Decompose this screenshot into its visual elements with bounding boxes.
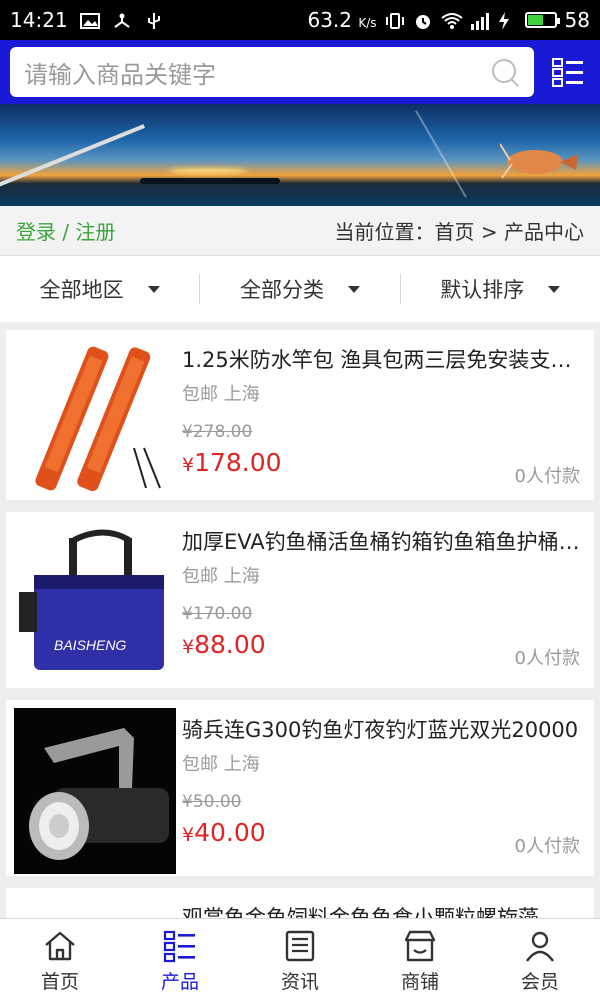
svg-text:BAISHENG: BAISHENG — [54, 637, 126, 653]
rod-bag-image — [14, 338, 176, 498]
tab-stores[interactable]: 商铺 — [360, 919, 480, 1000]
status-bar: 14:21 63.2 K/s 58 — [0, 0, 600, 40]
current-price: ¥178.00 — [182, 448, 282, 477]
sunset-graphic — [168, 168, 248, 174]
tab-label: 资讯 — [280, 971, 319, 993]
product-card[interactable]: 骑兵连G300钓鱼灯夜钓灯蓝光双光20000 包邮 上海 ¥50.00 ¥40.… — [6, 700, 594, 876]
tab-label: 产品 — [160, 971, 199, 993]
login-register-link[interactable]: 登录 / 注册 — [16, 216, 115, 245]
caret-down-icon — [147, 285, 160, 293]
banner-image[interactable] — [0, 104, 600, 206]
fishing-bucket-image: BAISHENG — [14, 520, 176, 686]
paid-count: 0人付款 — [514, 648, 580, 669]
bottom-tab-bar: 首页 产品 资讯 商铺 会员 — [0, 918, 600, 1000]
charging-icon — [497, 11, 517, 30]
news-icon — [285, 930, 315, 962]
product-image: BAISHENG — [14, 520, 176, 686]
paid-count: 0人付款 — [514, 836, 580, 857]
shrimp-graphic — [500, 143, 578, 179]
current-price: ¥40.00 — [182, 818, 266, 847]
location-bar: 登录 / 注册 当前位置：首页 > 产品中心 — [0, 206, 600, 256]
caret-down-icon — [548, 285, 561, 293]
filter-bar: 全部地区 全部分类 默认排序 — [0, 256, 600, 322]
category-menu-icon[interactable] — [552, 57, 584, 87]
image-icon — [79, 11, 100, 29]
home-icon — [45, 931, 75, 961]
breadcrumb: 当前位置：首页 > 产品中心 — [334, 220, 584, 244]
store-icon — [404, 930, 436, 962]
product-card[interactable]: 1.25米防水竿包 渔具包两三层免安装支架包 包邮 上海 ¥278.00 ¥17… — [6, 330, 594, 500]
product-title[interactable]: 1.25米防水竿包 渔具包两三层免安装支架包 — [182, 344, 582, 374]
filter-category[interactable]: 全部分类 — [199, 274, 399, 304]
current-price: ¥88.00 — [182, 630, 266, 659]
battery-level: 58 — [564, 8, 590, 32]
search-icon[interactable] — [490, 57, 520, 87]
tab-label: 商铺 — [400, 971, 439, 993]
product-image — [14, 338, 176, 498]
product-title[interactable]: 加厚EVA钓鱼桶活鱼桶钓箱钓鱼箱鱼护桶多功能 — [182, 526, 582, 556]
usb-share-icon — [112, 11, 132, 29]
fishing-rod-graphic — [0, 124, 145, 188]
tab-home[interactable]: 首页 — [0, 919, 120, 1000]
filter-sort-label: 默认排序 — [440, 278, 525, 302]
filter-sort[interactable]: 默认排序 — [399, 274, 600, 304]
tab-news[interactable]: 资讯 — [240, 919, 360, 1000]
signal-icon — [469, 11, 489, 30]
product-shipping: 包邮 上海 — [182, 384, 260, 405]
wifi-icon — [440, 11, 463, 29]
usb-icon — [144, 11, 164, 29]
paid-count: 0人付款 — [514, 466, 580, 487]
product-title[interactable]: 骑兵连G300钓鱼灯夜钓灯蓝光双光20000 — [182, 714, 582, 744]
product-shipping: 包邮 上海 — [182, 754, 260, 775]
original-price: ¥278.00 — [182, 422, 253, 442]
tab-label: 会员 — [520, 971, 559, 993]
product-shipping: 包邮 上海 — [182, 566, 260, 587]
alarm-icon — [413, 11, 433, 29]
filter-region[interactable]: 全部地区 — [0, 274, 199, 304]
network-speed: 63.2 K/s — [307, 8, 377, 32]
status-time: 14:21 — [10, 8, 68, 32]
island-silhouette — [140, 178, 280, 184]
product-card[interactable]: BAISHENG 加厚EVA钓鱼桶活鱼桶钓箱钓鱼箱鱼护桶多功能 包邮 上海 ¥1… — [6, 512, 594, 688]
header: 请输入商品关键字 — [0, 40, 600, 104]
search-input[interactable]: 请输入商品关键字 — [10, 47, 534, 97]
fishing-lamp-image — [14, 708, 176, 874]
original-price: ¥50.00 — [182, 792, 242, 812]
tab-products[interactable]: 产品 — [120, 919, 240, 1000]
user-icon — [526, 931, 554, 962]
filter-region-label: 全部地区 — [39, 278, 124, 302]
fishing-line-graphic — [415, 110, 467, 198]
battery-icon — [524, 12, 560, 28]
original-price: ¥170.00 — [182, 604, 253, 624]
product-image — [14, 708, 176, 874]
grid-list-icon — [163, 930, 195, 963]
caret-down-icon — [347, 285, 360, 293]
vibrate-icon — [385, 11, 405, 29]
tab-label: 首页 — [40, 971, 79, 993]
tab-member[interactable]: 会员 — [480, 919, 600, 1000]
search-placeholder: 请输入商品关键字 — [24, 60, 216, 89]
filter-category-label: 全部分类 — [239, 278, 324, 302]
